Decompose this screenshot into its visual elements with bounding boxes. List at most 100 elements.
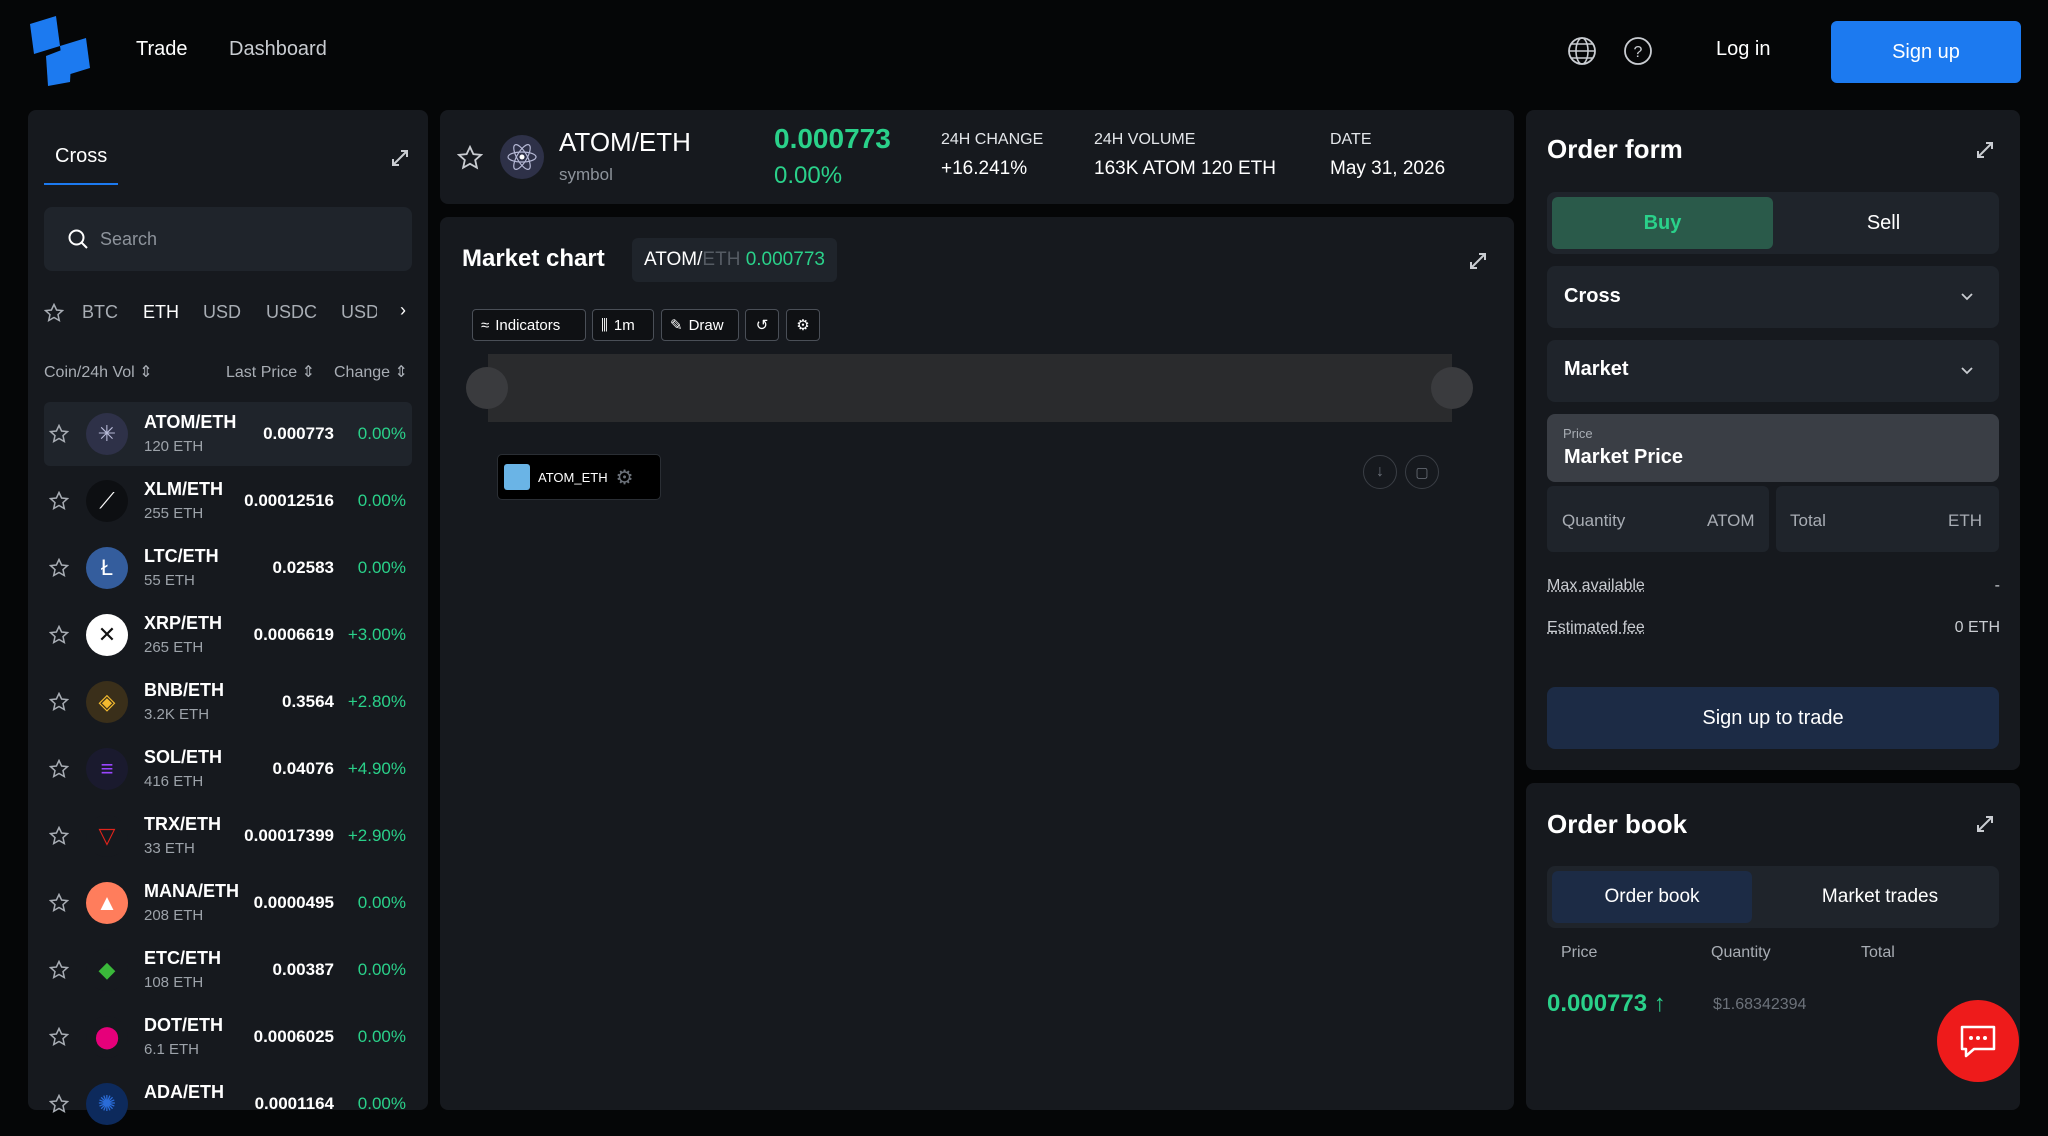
last-price: 0.0006025: [253, 1027, 334, 1046]
expand-icon[interactable]: [1975, 814, 1995, 834]
price-change: +2.80%: [347, 692, 406, 711]
sell-tab[interactable]: Sell: [1773, 197, 1994, 249]
column-coin-vol[interactable]: Coin/24h Vol ⇕: [44, 362, 153, 382]
atom-icon: [500, 135, 544, 179]
last-price: 0.00012516: [244, 491, 334, 510]
quote-tab-btc[interactable]: BTC: [82, 302, 118, 323]
download-icon[interactable]: ↓: [1363, 455, 1397, 489]
ob-column-quantity: Quantity: [1711, 944, 1771, 961]
sol-icon: ≡: [86, 748, 128, 790]
favorite-star-icon[interactable]: [49, 960, 69, 980]
tab-cross[interactable]: Cross: [55, 145, 107, 168]
tab-order-book[interactable]: Order book: [1552, 871, 1752, 923]
undo-icon: ↺: [755, 317, 769, 334]
pair-volume: 416 ETH: [144, 773, 204, 790]
favorite-star-icon[interactable]: [49, 625, 69, 645]
last-price: 0.00387: [272, 960, 334, 979]
ticker-percent: 0.00%: [774, 162, 843, 189]
column-last-price[interactable]: Last Price ⇕: [226, 362, 315, 382]
ada-icon: ✺: [86, 1083, 128, 1125]
indicators-button[interactable]: ≈ Indicators: [472, 309, 586, 341]
favorites-star-icon[interactable]: [44, 303, 64, 323]
range-handle-right[interactable]: [1431, 367, 1473, 409]
pair-volume: 6.1 ETH: [144, 1041, 200, 1058]
tab-market-trades[interactable]: Market trades: [1780, 871, 1980, 923]
nav-dashboard[interactable]: Dashboard: [229, 38, 327, 61]
ob-last-usd: $1.68342394: [1713, 996, 1807, 1013]
total-label: Total: [1790, 511, 1826, 530]
search-icon: [68, 229, 88, 249]
quote-tab-usdc[interactable]: USDC: [266, 302, 317, 323]
nav-trade[interactable]: Trade: [136, 38, 188, 61]
ticker-subtitle: symbol: [559, 165, 613, 184]
gear-icon: ⚙: [796, 317, 810, 334]
gear-icon[interactable]: ⚙: [616, 465, 634, 490]
fullscreen-icon[interactable]: ▢: [1405, 455, 1439, 489]
max-available-value: -: [1994, 577, 2000, 594]
favorite-star-icon[interactable]: [457, 145, 483, 171]
sort-icon: ⇕: [301, 364, 315, 381]
chevron-right-icon[interactable]: ›: [400, 300, 406, 321]
favorite-star-icon[interactable]: [49, 491, 69, 511]
xrp-icon: ✕: [86, 614, 128, 656]
expand-icon[interactable]: [390, 148, 410, 168]
price-change: 0.00%: [357, 1027, 406, 1046]
pencil-icon: ✎: [670, 317, 683, 334]
chart-settings-button[interactable]: ⚙: [786, 309, 820, 341]
quantity-label: Quantity: [1562, 511, 1626, 530]
active-tab-indicator: [44, 183, 118, 185]
help-icon[interactable]: ?: [1623, 36, 1653, 66]
pair-volume: 33 ETH: [144, 840, 195, 857]
favorite-star-icon[interactable]: [49, 692, 69, 712]
quote-tab-usd[interactable]: USD: [203, 302, 241, 323]
price-value: Market Price: [1564, 446, 1683, 468]
volume-value: 163K ATOM 120 ETH: [1094, 158, 1276, 179]
last-price: 0.0006619: [253, 625, 334, 644]
estimated-fee-label[interactable]: Estimated fee: [1547, 619, 1645, 637]
favorite-star-icon[interactable]: [49, 759, 69, 779]
quote-tab-usd-2[interactable]: USD: [341, 302, 377, 323]
expand-icon[interactable]: [1975, 140, 1995, 160]
favorite-star-icon[interactable]: [49, 893, 69, 913]
reset-button[interactable]: ↺: [745, 309, 779, 341]
buy-tab[interactable]: Buy: [1552, 197, 1773, 249]
expand-icon[interactable]: [1468, 251, 1488, 271]
favorite-star-icon[interactable]: [49, 558, 69, 578]
login-link[interactable]: Log in: [1716, 38, 1771, 61]
signup-button[interactable]: Sign up: [1831, 21, 2021, 83]
draw-button[interactable]: ✎ Draw: [661, 309, 739, 341]
order-type-value: Market: [1564, 358, 1629, 380]
series-color-swatch: [504, 464, 530, 490]
change-label: 24H CHANGE: [941, 131, 1044, 148]
ob-column-price: Price: [1561, 944, 1598, 961]
range-handle-left[interactable]: [466, 367, 508, 409]
chart-panel: [440, 217, 1514, 1110]
quote-tab-eth[interactable]: ETH: [143, 302, 179, 323]
price-change: +4.90%: [347, 759, 406, 778]
chat-support-button[interactable]: [1937, 1000, 2019, 1082]
favorite-star-icon[interactable]: [49, 826, 69, 846]
favorite-star-icon[interactable]: [49, 1027, 69, 1047]
signup-to-trade-button[interactable]: Sign up to trade: [1547, 687, 1999, 749]
time-range-navigator[interactable]: [488, 354, 1452, 422]
last-price: 0.02583: [272, 558, 334, 577]
interval-button[interactable]: ⫼ 1m: [592, 309, 654, 341]
last-price: 0.000773: [263, 424, 334, 443]
brand-logo[interactable]: [26, 16, 92, 86]
volume-label: 24H VOLUME: [1094, 131, 1196, 148]
bnb-icon: ◈: [86, 681, 128, 723]
favorite-star-icon[interactable]: [49, 1094, 69, 1114]
chart-title: Market chart: [462, 245, 605, 272]
ltc-icon: Ł: [86, 547, 128, 589]
column-change[interactable]: Change ⇕: [334, 362, 408, 382]
date-label: DATE: [1330, 131, 1372, 148]
globe-icon[interactable]: [1567, 36, 1597, 66]
series-legend[interactable]: ATOM_ETH ⚙: [497, 454, 661, 500]
change-value: +16.241%: [941, 158, 1028, 179]
favorite-star-icon[interactable]: [49, 424, 69, 444]
max-available-label[interactable]: Max available: [1547, 577, 1645, 595]
last-price: 0.3564: [282, 692, 334, 711]
pair-volume: 55 ETH: [144, 572, 195, 589]
price-change: 0.00%: [357, 558, 406, 577]
trx-icon: ▽: [86, 815, 128, 857]
